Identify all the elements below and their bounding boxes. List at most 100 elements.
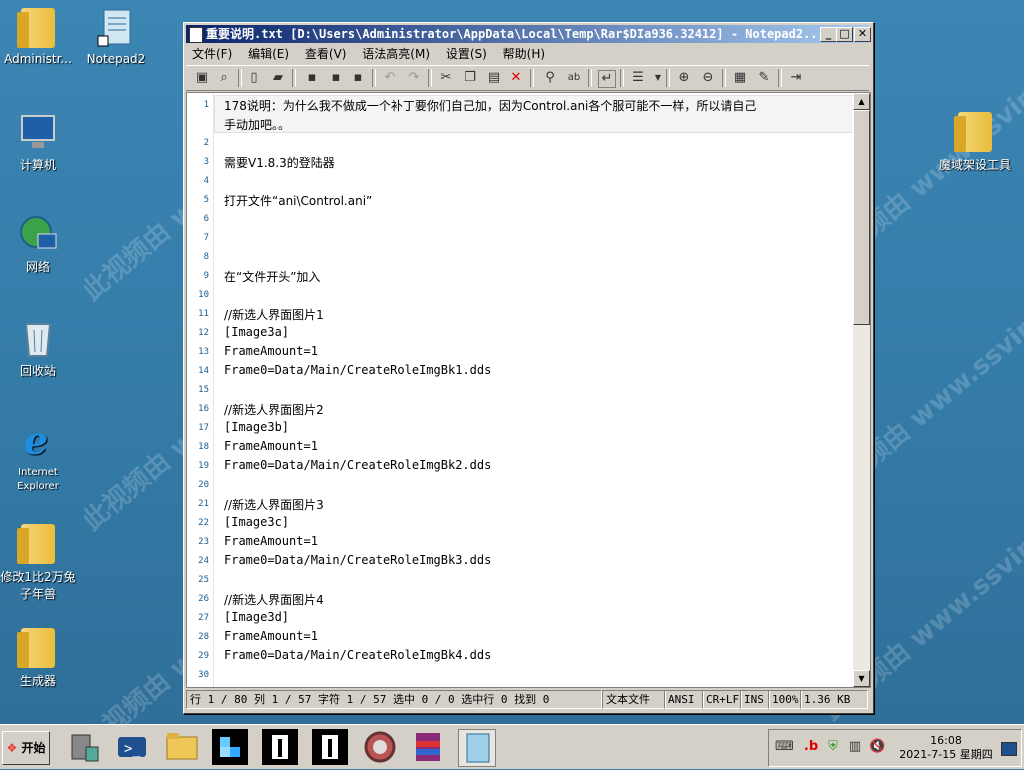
desktop-icon-computer[interactable]: 计算机: [0, 112, 76, 173]
volume-muted-icon[interactable]: 🔇: [869, 739, 885, 755]
server-manager-icon[interactable]: [66, 729, 102, 765]
app-window-1-icon[interactable]: [262, 729, 298, 765]
line-number: 10: [198, 290, 209, 300]
zoom-in-icon[interactable]: ⊕: [676, 70, 692, 86]
app-window-2-icon[interactable]: [312, 729, 348, 765]
scheme-icon[interactable]: ☰: [630, 70, 646, 86]
line-number: 23: [198, 537, 209, 547]
replace-icon[interactable]: ab: [566, 70, 582, 86]
minimize-button[interactable]: _: [820, 27, 837, 42]
maximize-button[interactable]: □: [836, 27, 853, 42]
start-button[interactable]: ❖ 开始: [2, 731, 50, 765]
app-circle-icon[interactable]: [362, 729, 398, 765]
line-number: 29: [198, 651, 209, 661]
desktop-icon-folder-tools[interactable]: 魔域架设工具: [930, 112, 1020, 173]
chevron-down-icon[interactable]: ▼: [650, 70, 666, 86]
desktop-icon-recycle-bin[interactable]: 回收站: [0, 318, 76, 379]
text-line: 需要V1.8.3的登陆器: [224, 156, 335, 170]
desktop-icon-label: 回收站: [19, 364, 56, 378]
menu-edit[interactable]: 编辑(E): [242, 44, 295, 64]
app-cube-icon[interactable]: [212, 729, 248, 765]
customize-icon[interactable]: ✎: [756, 70, 772, 86]
text-line: //新选人界面图片4: [224, 593, 324, 607]
scrollbar-thumb[interactable]: [853, 110, 870, 325]
menu-help[interactable]: 帮助(H): [497, 44, 551, 64]
toolbar-separator: [292, 69, 296, 87]
winrar-icon[interactable]: [410, 729, 446, 765]
line-number: 24: [198, 556, 209, 566]
toolbar-separator: [238, 69, 242, 87]
text-line: //新选人界面图片2: [224, 403, 324, 417]
save-icon[interactable]: ▪: [304, 70, 320, 86]
scroll-down-icon[interactable]: ▼: [853, 670, 870, 687]
save-copy-icon[interactable]: ▪: [350, 70, 366, 86]
zoom-out-icon[interactable]: ⊖: [700, 70, 716, 86]
cut-icon[interactable]: ✂: [438, 70, 454, 86]
browse-icon[interactable]: ▣: [194, 70, 210, 86]
explorer-folder-icon[interactable]: [164, 729, 200, 765]
status-bar: 行 1 / 80 列 1 / 57 字符 1 / 57 选中 0 / 0 选中行…: [186, 689, 869, 709]
toolbar-separator: [722, 69, 726, 87]
desktop-icon-folder-mod[interactable]: 修改1比2万兔子年兽: [0, 524, 76, 602]
desktop-icon-internet-explorer[interactable]: e Internet Explorer: [0, 418, 76, 492]
line-number: 21: [198, 499, 209, 509]
network-tray-icon[interactable]: ▥: [847, 739, 863, 755]
notepad2-taskbar-icon[interactable]: [458, 729, 496, 767]
undo-icon[interactable]: ↶: [382, 70, 398, 86]
text-line: 打开文件“ani\Control.ani”: [224, 194, 373, 208]
status-encoding[interactable]: ANSI: [664, 690, 704, 709]
status-position: 行 1 / 80 列 1 / 57 字符 1 / 57 选中 0 / 0 选中行…: [186, 690, 602, 709]
text-editor[interactable]: 1 2 3 4 5 6 7 8 9 10 11 12 13 14 15 16 17 18 19 20 21 22 23 24 2…: [186, 92, 871, 688]
settings-icon[interactable]: ▦: [732, 70, 748, 86]
line-number: 3: [203, 157, 209, 167]
scroll-up-icon[interactable]: ▲: [853, 93, 870, 110]
desktop-icon-network[interactable]: 网络: [0, 214, 76, 275]
desktop-icon-folder-generator[interactable]: 生成器: [0, 628, 76, 689]
powershell-icon[interactable]: >_: [114, 729, 150, 765]
status-eol[interactable]: CR+LF: [702, 690, 742, 709]
security-shield-icon[interactable]: ⛨: [825, 739, 841, 755]
status-doc-type[interactable]: 文本文件: [602, 690, 666, 709]
open-folder-icon[interactable]: ▰: [270, 70, 286, 86]
text-line: //新选人界面图片3: [224, 498, 324, 512]
toolbar-separator: [778, 69, 782, 87]
text-line: Frame0=Data/Main/CreateRoleImgBk3.dds: [224, 553, 492, 567]
notepad2-window[interactable]: 重要说明.txt [D:\Users\Administrator\AppData…: [183, 22, 874, 714]
new-file-icon[interactable]: ▯: [246, 70, 262, 86]
toolbar-separator: [620, 69, 624, 87]
delete-icon[interactable]: ✕: [508, 70, 524, 86]
keyboard-icon[interactable]: ⌨: [775, 739, 794, 755]
internet-explorer-icon: e: [18, 418, 58, 463]
taskbar: ❖ 开始 >_ ⌨ .b ⛨ ▥ 🔇 16:08 2021-7-15 星期四: [0, 724, 1024, 769]
save-as-icon[interactable]: ▪: [328, 70, 344, 86]
redo-icon[interactable]: ↷: [406, 70, 422, 86]
find-icon[interactable]: ⚲: [542, 70, 558, 86]
menu-syntax[interactable]: 语法高亮(M): [356, 44, 436, 64]
exit-icon[interactable]: ⇥: [788, 70, 804, 86]
find-file-icon[interactable]: ⌕: [216, 70, 232, 86]
desktop-icon-notepad2[interactable]: Notepad2: [78, 8, 154, 66]
folder-icon: [954, 112, 995, 152]
toolbar: ▣ ⌕ ▯ ▰ ▪ ▪ ▪ ↶ ↷ ✂ ❐ ▤ ✕ ⚲ ab ↵ ☰ ▼ ⊕ ⊖…: [186, 65, 869, 91]
text-line: //新选人界面图片1: [224, 308, 324, 322]
desktop-icon-label: 修改1比2万兔子年兽: [0, 570, 76, 601]
paste-icon[interactable]: ▤: [486, 70, 502, 86]
menu-settings[interactable]: 设置(S): [440, 44, 493, 64]
desktop-icon-label: Administr...: [4, 52, 72, 66]
window-titlebar[interactable]: 重要说明.txt [D:\Users\Administrator\AppData…: [186, 25, 871, 43]
vertical-scrollbar[interactable]: ▲ ▼: [853, 93, 870, 687]
menu-view[interactable]: 查看(V): [299, 44, 353, 64]
folder-icon: [17, 524, 58, 564]
line-number: 1: [203, 100, 209, 110]
word-wrap-icon[interactable]: ↵: [598, 70, 616, 88]
desktop-icon-administrator[interactable]: Administr...: [0, 8, 76, 66]
menu-file[interactable]: 文件(F): [186, 44, 238, 64]
toolbar-separator: [372, 69, 376, 87]
copy-icon[interactable]: ❐: [462, 70, 478, 86]
text-line: Frame0=Data/Main/CreateRoleImgBk4.dds: [224, 648, 492, 662]
clock[interactable]: 16:08 2021-7-15 星期四: [896, 734, 996, 762]
show-desktop-icon[interactable]: [1001, 742, 1017, 756]
close-button[interactable]: ✕: [854, 27, 871, 42]
b-app-icon[interactable]: .b: [803, 739, 819, 755]
desktop-icon-label: Notepad2: [86, 52, 146, 66]
